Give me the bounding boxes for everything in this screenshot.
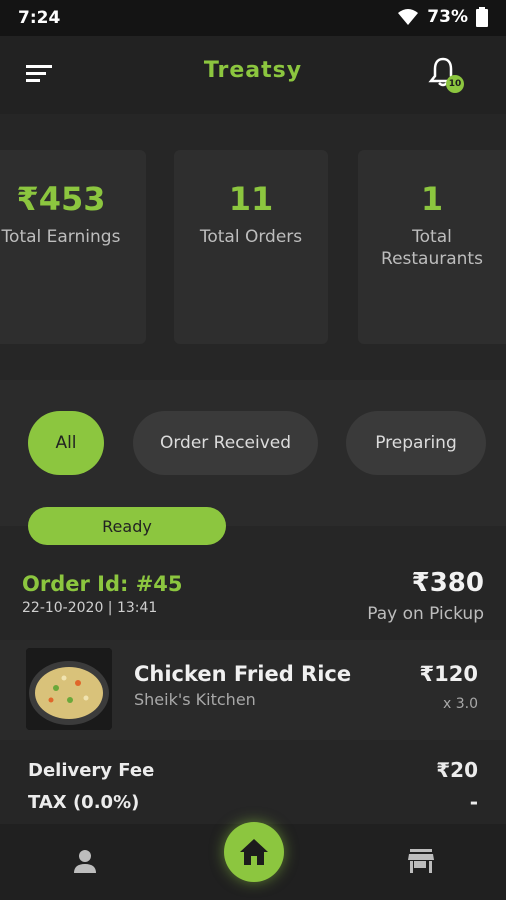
filter-chip-preparing[interactable]: Preparing [346, 411, 486, 475]
nav-home-button[interactable] [224, 822, 284, 882]
order-item[interactable]: Chicken Fried Rice Sheik's Kitchen ₹120 … [0, 640, 506, 740]
total-earnings-label: Total Earnings [1, 227, 121, 247]
filter-chip-all[interactable]: All [28, 411, 104, 475]
filter-chip-ready[interactable]: Ready [28, 507, 226, 545]
status-bar: 7:24 73% [0, 0, 506, 36]
item-quantity: x 3.0 [443, 696, 478, 712]
delivery-fee-label: Delivery Fee [28, 760, 155, 781]
order-header[interactable]: Order Id: #45 22-10-2020 | 13:41 ₹380 Pa… [0, 548, 506, 638]
stat-card-orders: 11 Total Orders [174, 150, 328, 344]
stats-section: ₹453 Total Earnings 11 Total Orders 1 To… [0, 114, 506, 380]
filter-chip-order-received[interactable]: Order Received [133, 411, 318, 475]
nav-store-button[interactable] [406, 846, 436, 876]
status-time: 7:24 [18, 8, 61, 28]
delivery-fee-value: ₹20 [436, 758, 478, 782]
store-icon [408, 849, 434, 873]
bottom-navigation [0, 822, 506, 900]
item-name: Chicken Fried Rice [134, 662, 352, 686]
wifi-icon [398, 9, 419, 25]
app-bar: Treatsy 10 [0, 36, 506, 114]
total-restaurants-label: Total Restaurants [381, 227, 483, 269]
stat-card-earnings: ₹453 Total Earnings [0, 150, 146, 344]
tax-label: TAX (0.0%) [28, 792, 140, 813]
food-image [26, 648, 112, 730]
battery-icon [476, 7, 488, 27]
payment-method: Pay on Pickup [367, 604, 484, 624]
order-id: Order Id: #45 [22, 572, 183, 596]
total-earnings-value: ₹453 [16, 180, 106, 218]
status-icons: 73% [397, 7, 488, 27]
order-datetime: 22-10-2020 | 13:41 [22, 600, 158, 616]
person-icon [74, 850, 96, 873]
nav-profile-button[interactable] [70, 846, 100, 876]
item-price: ₹120 [419, 662, 478, 686]
stat-card-restaurants: 1 Total Restaurants [358, 150, 506, 344]
total-restaurants-value: 1 [420, 180, 444, 218]
order-fees: Delivery Fee ₹20 TAX (0.0%) - [0, 744, 506, 824]
total-orders-label: Total Orders [199, 227, 303, 247]
filter-section: All Order Received Preparing Ready [0, 380, 506, 545]
notification-badge: 10 [446, 75, 464, 93]
item-restaurant: Sheik's Kitchen [134, 690, 256, 709]
tax-value: - [469, 790, 478, 814]
home-icon [240, 839, 268, 865]
notifications-button[interactable]: 10 [428, 56, 468, 96]
total-orders-value: 11 [228, 180, 274, 218]
order-total: ₹380 [411, 568, 484, 598]
battery-percent: 73% [427, 7, 468, 27]
